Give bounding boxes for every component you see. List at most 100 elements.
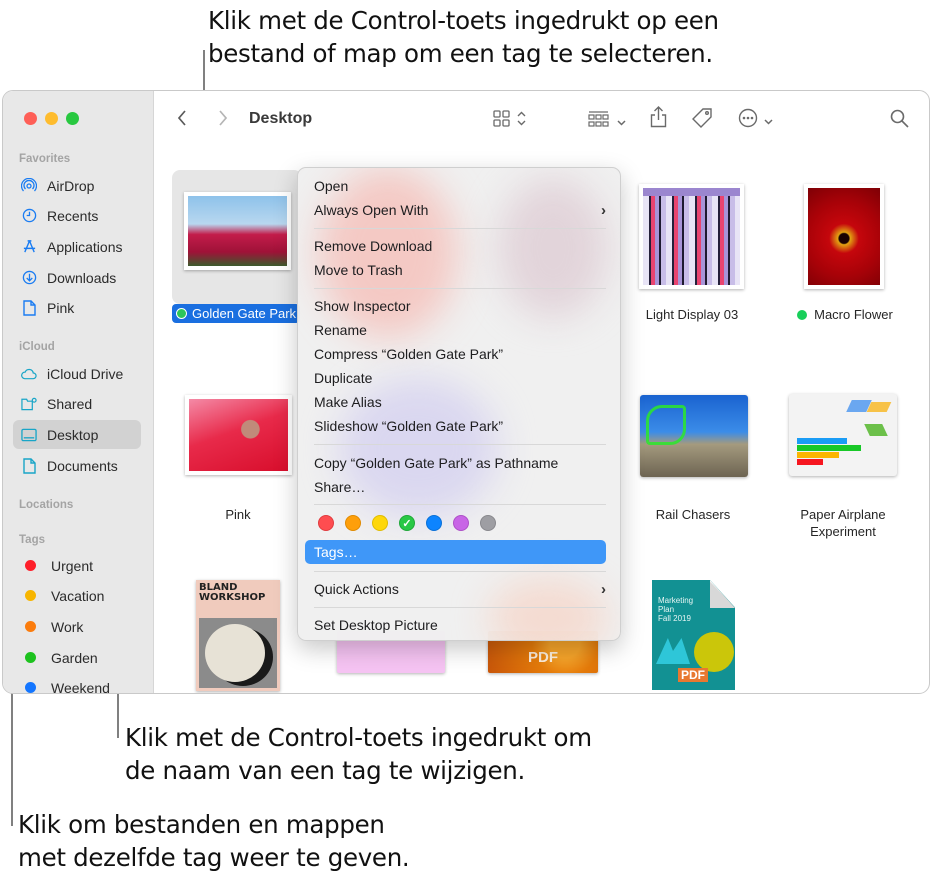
sidebar-item-airdrop[interactable]: AirDrop <box>13 171 141 200</box>
context-menu: Open Always Open With › Remove Download M… <box>297 167 621 641</box>
callout-line: de naam van een tag te wijzigen. <box>125 756 525 785</box>
menu-item-label: Make Alias <box>314 394 382 410</box>
sidebar-item-label: Urgent <box>51 557 94 574</box>
menu-item-label: Rename <box>314 322 367 338</box>
tag-swatch-red[interactable] <box>318 515 334 531</box>
more-actions-button[interactable] <box>738 108 773 133</box>
sidebar-item-recents[interactable]: Recents <box>13 201 141 230</box>
share-button[interactable] <box>650 106 667 133</box>
chevron-down-icon <box>764 112 773 130</box>
tag-swatch-blue[interactable] <box>426 515 442 531</box>
file-thumbnail-golden-gate-park[interactable] <box>184 192 291 270</box>
menu-item-label: Copy “Golden Gate Park” as Pathname <box>314 455 559 471</box>
sidebar-item-documents[interactable]: Documents <box>13 451 141 480</box>
sidebar-tag-weekend[interactable]: Weekend <box>13 673 141 693</box>
menu-item-move-to-trash[interactable]: Move to Trash <box>314 258 606 282</box>
shared-folder-icon <box>21 396 37 412</box>
tag-swatch-gray[interactable] <box>480 515 496 531</box>
sidebar-item-label: Downloads <box>47 269 117 286</box>
file-name[interactable]: Light Display 03 <box>612 306 772 323</box>
menu-item-tags[interactable]: Tags… <box>305 540 606 564</box>
file-name-line: Paper Airplane <box>800 507 886 522</box>
menu-item-quick-actions[interactable]: Quick Actions › <box>314 577 606 601</box>
forward-button[interactable] <box>218 110 228 131</box>
tag-swatch-yellow[interactable] <box>372 515 388 531</box>
menu-item-share[interactable]: Share… <box>314 475 606 499</box>
file-thumbnail-paper-airplane[interactable] <box>789 394 897 476</box>
menu-item-label: Remove Download <box>314 238 433 254</box>
view-mode-button[interactable] <box>493 110 526 132</box>
sidebar-item-desktop[interactable]: Desktop <box>13 420 141 449</box>
chevron-down-icon <box>617 113 626 131</box>
sidebar-item-downloads[interactable]: Downloads <box>13 263 141 292</box>
menu-item-label: Always Open With <box>314 202 429 218</box>
menu-item-label: Set Desktop Picture <box>314 617 438 633</box>
file-thumbnail-pink[interactable] <box>185 395 292 475</box>
close-button[interactable] <box>24 112 37 125</box>
file-thumbnail-macro-flower[interactable] <box>804 184 884 289</box>
menu-item-set-desktop-picture[interactable]: Set Desktop Picture <box>314 613 606 637</box>
menu-separator <box>314 607 606 608</box>
menu-item-copy-pathname[interactable]: Copy “Golden Gate Park” as Pathname <box>314 451 606 475</box>
sidebar-item-applications[interactable]: Applications <box>13 232 141 261</box>
tag-color-dot <box>797 309 808 320</box>
tag-color-dot <box>25 652 36 663</box>
sidebar-item-pink[interactable]: Pink <box>13 293 141 322</box>
sidebar-section-icloud: iCloud <box>19 341 55 353</box>
sidebar-section-locations: Locations <box>19 499 74 511</box>
tag-color-dot <box>25 621 36 632</box>
sidebar-item-label: iCloud Drive <box>47 365 124 382</box>
menu-item-open[interactable]: Open <box>314 174 606 198</box>
tag-color-dot <box>25 682 36 693</box>
file-label-macro-flower[interactable]: Macro Flower <box>765 306 925 323</box>
zoom-button[interactable] <box>66 112 79 125</box>
chevron-up-down-icon <box>517 111 526 131</box>
tag-swatch-green[interactable]: ✓ <box>399 515 415 531</box>
file-name: Macro Flower <box>814 307 893 322</box>
menu-item-compress[interactable]: Compress “Golden Gate Park” <box>314 342 606 366</box>
menu-item-label: Duplicate <box>314 370 373 386</box>
group-by-button[interactable] <box>588 111 626 133</box>
tag-icon <box>691 107 713 134</box>
file-thumbnail-bland-workshop[interactable]: BLAND WORKSHOP <box>196 580 280 691</box>
menu-item-label: Slideshow “Golden Gate Park” <box>314 418 504 434</box>
menu-item-always-open-with[interactable]: Always Open With › <box>314 198 606 222</box>
menu-item-rename[interactable]: Rename <box>314 318 606 342</box>
minimize-button[interactable] <box>45 112 58 125</box>
sidebar-tag-garden[interactable]: Garden <box>13 643 141 672</box>
download-icon <box>21 270 37 286</box>
file-thumbnail-light-display[interactable] <box>639 184 744 289</box>
back-button[interactable] <box>177 110 187 131</box>
sidebar-item-label: Documents <box>47 457 118 474</box>
file-name[interactable]: Rail Chasers <box>613 506 773 523</box>
sidebar-item-label: Pink <box>47 299 75 316</box>
thumb-text: Plan <box>658 605 675 614</box>
checkmark-icon: ✓ <box>402 517 412 530</box>
sidebar-item-shared[interactable]: Shared <box>13 389 141 418</box>
sidebar-tag-vacation[interactable]: Vacation <box>13 581 141 610</box>
file-label-selected[interactable]: Golden Gate Park <box>172 304 300 323</box>
sidebar-tag-urgent[interactable]: Urgent <box>13 551 141 580</box>
menu-item-label: Tags… <box>314 544 358 560</box>
menu-item-make-alias[interactable]: Make Alias <box>314 390 606 414</box>
tag-button[interactable] <box>691 107 713 134</box>
sidebar-tag-work[interactable]: Work <box>13 612 141 641</box>
callout-line: Klik met de Control-toets ingedrukt op e… <box>208 6 719 35</box>
callout-line: Klik om bestanden en mappen <box>18 810 385 839</box>
file-name[interactable]: Pink <box>158 506 318 523</box>
menu-item-show-inspector[interactable]: Show Inspector <box>314 294 606 318</box>
file-thumbnail-rail-chasers[interactable] <box>640 395 748 477</box>
sidebar-item-label: Desktop <box>47 426 99 443</box>
menu-item-remove-download[interactable]: Remove Download <box>314 234 606 258</box>
chevron-left-icon <box>177 110 187 131</box>
tag-swatch-purple[interactable] <box>453 515 469 531</box>
menu-item-label: Move to Trash <box>314 262 403 278</box>
menu-item-duplicate[interactable]: Duplicate <box>314 366 606 390</box>
menu-item-slideshow[interactable]: Slideshow “Golden Gate Park” <box>314 414 606 438</box>
sidebar-item-icloud-drive[interactable]: iCloud Drive <box>13 359 141 388</box>
search-button[interactable] <box>890 109 909 133</box>
sidebar-item-label: Shared <box>47 395 93 412</box>
tag-swatch-orange[interactable] <box>345 515 361 531</box>
file-name: Golden Gate Park <box>192 306 297 321</box>
file-name[interactable]: Paper Airplane Experiment <box>763 506 923 540</box>
